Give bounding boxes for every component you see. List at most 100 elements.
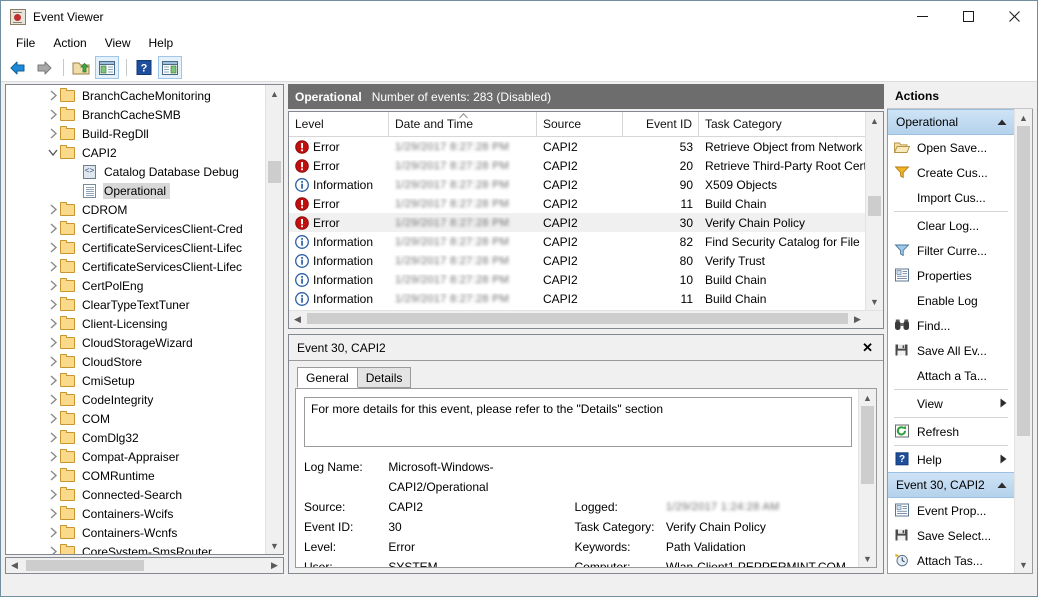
scroll-down-icon[interactable]: ▼ xyxy=(1015,556,1032,573)
event-list-rows[interactable]: Error1/29/2017 8:27:28 PMCAPI253Retrieve… xyxy=(289,137,865,310)
column-header[interactable]: Source xyxy=(537,112,623,136)
tree-item[interactable]: Operational xyxy=(6,181,265,200)
event-detail-vertical-scrollbar[interactable]: ▲ ▼ xyxy=(858,389,876,567)
menu-action[interactable]: Action xyxy=(44,33,95,53)
actions-vertical-scrollbar[interactable]: ▲ ▼ xyxy=(1014,109,1032,573)
actions-group-header[interactable]: Event 30, CAPI2 xyxy=(888,472,1014,498)
action-item[interactable]: Find... xyxy=(888,313,1014,338)
chevron-right-icon[interactable] xyxy=(46,447,60,466)
tree-item[interactable]: Build-RegDll xyxy=(6,124,265,143)
chevron-right-icon[interactable] xyxy=(46,257,60,276)
tree-item[interactable]: ComDlg32 xyxy=(6,428,265,447)
column-header[interactable]: Date and Time xyxy=(389,112,537,136)
chevron-right-icon[interactable] xyxy=(46,428,60,447)
action-item[interactable]: View xyxy=(888,391,1014,416)
chevron-right-icon[interactable] xyxy=(46,276,60,295)
tree-item[interactable]: BranchCacheSMB xyxy=(6,105,265,124)
action-item[interactable]: Attach Tas... xyxy=(888,548,1014,573)
table-row[interactable]: Information1/29/2017 8:27:28 PMCAPI211Bu… xyxy=(289,289,865,308)
window-left-pane-icon[interactable] xyxy=(95,56,119,79)
tree-item[interactable]: CDROM xyxy=(6,200,265,219)
menu-view[interactable]: View xyxy=(96,33,140,53)
menu-file[interactable]: File xyxy=(7,33,44,53)
action-item[interactable]: Import Cus... xyxy=(888,185,1014,210)
table-row[interactable]: Information1/29/2017 8:27:28 PMCAPI280Ve… xyxy=(289,251,865,270)
table-row[interactable]: Error1/29/2017 8:27:28 PMCAPI211Build Ch… xyxy=(289,194,865,213)
event-list-horizontal-scrollbar[interactable]: ◀ ▶ xyxy=(289,310,883,328)
action-item[interactable]: ?Help xyxy=(888,447,1014,472)
scroll-up-icon[interactable]: ▲ xyxy=(1015,109,1032,126)
scroll-down-icon[interactable]: ▼ xyxy=(266,537,283,554)
chevron-right-icon[interactable] xyxy=(46,200,60,219)
tab-general[interactable]: General xyxy=(297,367,358,388)
minimize-button[interactable] xyxy=(899,1,945,32)
tree-item[interactable]: COM xyxy=(6,409,265,428)
actions-group-header[interactable]: Operational xyxy=(888,109,1014,135)
chevron-right-icon[interactable] xyxy=(46,314,60,333)
event-detail-scroll-thumb[interactable] xyxy=(861,406,874,484)
scroll-up-icon[interactable]: ▲ xyxy=(266,85,283,102)
chevron-right-icon[interactable] xyxy=(46,219,60,238)
actions-scroll-thumb[interactable] xyxy=(1017,126,1030,436)
action-item[interactable]: Event Prop... xyxy=(888,498,1014,523)
table-row[interactable]: Error1/29/2017 8:27:28 PMCAPI253Retrieve… xyxy=(289,137,865,156)
event-list-column-headers[interactable]: LevelDate and TimeSourceEvent IDTask Cat… xyxy=(289,112,865,137)
question-mark-icon[interactable]: ? xyxy=(132,56,156,79)
window-right-pane-icon[interactable] xyxy=(158,56,182,79)
chevron-up-icon[interactable] xyxy=(997,478,1007,492)
tab-details[interactable]: Details xyxy=(357,367,412,388)
tree-item[interactable]: CertificateServicesClient-Lifec xyxy=(6,238,265,257)
close-icon[interactable]: ✕ xyxy=(860,340,875,356)
maximize-button[interactable] xyxy=(945,1,991,32)
column-header[interactable]: Event ID xyxy=(623,112,699,136)
column-header[interactable]: Level xyxy=(289,112,389,136)
action-item[interactable]: Properties xyxy=(888,263,1014,288)
chevron-right-icon[interactable] xyxy=(46,124,60,143)
action-item[interactable]: Save Select... xyxy=(888,523,1014,548)
table-row[interactable]: Information1/29/2017 8:27:28 PMCAPI210Bu… xyxy=(289,270,865,289)
scroll-left-icon[interactable]: ◀ xyxy=(289,312,306,327)
chevron-right-icon[interactable] xyxy=(46,371,60,390)
chevron-right-icon[interactable] xyxy=(46,295,60,314)
tree-scroll-thumb[interactable] xyxy=(268,161,281,183)
chevron-right-icon[interactable] xyxy=(46,352,60,371)
tree-item[interactable]: Connected-Search xyxy=(6,485,265,504)
close-button[interactable] xyxy=(991,1,1037,32)
action-item[interactable]: Create Cus... xyxy=(888,160,1014,185)
action-item[interactable]: Save All Ev... xyxy=(888,338,1014,363)
event-list-scroll-thumb[interactable] xyxy=(868,196,881,216)
chevron-right-icon[interactable] xyxy=(46,485,60,504)
tree-item[interactable]: CertPolEng xyxy=(6,276,265,295)
tree-horizontal-scrollbar[interactable]: ◀ ▶ xyxy=(5,557,284,574)
folder-up-icon[interactable] xyxy=(69,56,93,79)
actions-list[interactable]: OperationalOpen Save...Create Cus...Impo… xyxy=(888,109,1014,573)
scroll-down-icon[interactable]: ▼ xyxy=(866,293,883,310)
tree-item[interactable]: CloudStore xyxy=(6,352,265,371)
chevron-right-icon[interactable] xyxy=(46,238,60,257)
table-row[interactable]: Information1/29/2017 8:27:28 PMCAPI282Fi… xyxy=(289,232,865,251)
chevron-right-icon[interactable] xyxy=(46,504,60,523)
tree-item[interactable]: BranchCacheMonitoring xyxy=(6,86,265,105)
back-button[interactable] xyxy=(6,56,30,79)
tree-item[interactable]: <>Catalog Database Debug xyxy=(6,162,265,181)
table-row[interactable]: Information1/29/2017 8:27:28 PMCAPI290X5… xyxy=(289,175,865,194)
action-item[interactable]: Refresh xyxy=(888,419,1014,444)
chevron-right-icon[interactable] xyxy=(46,86,60,105)
tree-item[interactable]: COMRuntime xyxy=(6,466,265,485)
tree-item[interactable]: Containers-Wcnfs xyxy=(6,523,265,542)
tree-hscroll-thumb[interactable] xyxy=(26,560,144,571)
tree-item[interactable]: CmiSetup xyxy=(6,371,265,390)
event-list-hscroll-thumb[interactable] xyxy=(307,313,848,324)
tree-item[interactable]: CAPI2 xyxy=(6,143,265,162)
tree-item[interactable]: CertificateServicesClient-Lifec xyxy=(6,257,265,276)
tree-item[interactable]: Client-Licensing xyxy=(6,314,265,333)
scroll-up-icon[interactable]: ▲ xyxy=(859,389,876,406)
tree-vertical-scrollbar[interactable]: ▲ ▼ xyxy=(265,85,283,554)
tree-item[interactable]: CertificateServicesClient-Cred xyxy=(6,219,265,238)
tree-item[interactable]: Containers-Wcifs xyxy=(6,504,265,523)
scroll-up-icon[interactable]: ▲ xyxy=(866,112,883,129)
event-detail-tabs[interactable]: GeneralDetails xyxy=(289,365,883,388)
scroll-left-icon[interactable]: ◀ xyxy=(6,558,23,573)
chevron-right-icon[interactable] xyxy=(46,409,60,428)
table-row[interactable]: Error1/29/2017 8:27:28 PMCAPI220Retrieve… xyxy=(289,156,865,175)
